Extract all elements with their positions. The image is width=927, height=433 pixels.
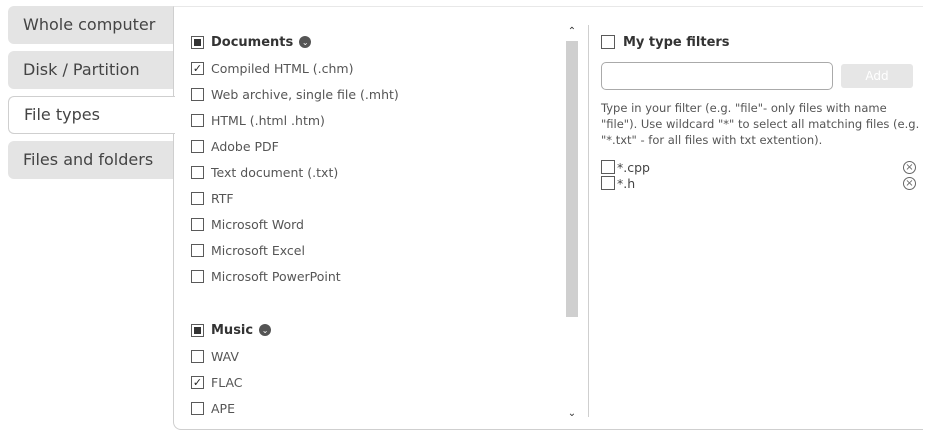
music-type-item[interactable]: ✓ FLAC: [191, 369, 551, 395]
scrollbar-thumb[interactable]: [566, 41, 578, 317]
checkbox[interactable]: [191, 349, 204, 363]
checkbox[interactable]: [601, 176, 615, 190]
document-type-item-label: Web archive, single file (.mht): [211, 86, 399, 102]
chevron-circle-icon[interactable]: ⌄: [259, 324, 272, 336]
checkbox[interactable]: [191, 217, 204, 231]
filter-hint-text: Type in your filter (e.g. "file"- only f…: [601, 101, 920, 147]
scroll-down-arrow-icon[interactable]: ⌄: [564, 407, 580, 421]
filter-input[interactable]: [601, 62, 833, 90]
document-type-item[interactable]: Text document (.txt): [191, 159, 551, 185]
music-type-item-label: APE: [211, 400, 235, 416]
chevron-circle-icon[interactable]: ⌄: [299, 36, 312, 48]
music-type-item[interactable]: APE: [191, 395, 551, 421]
music-group-title: Music: [211, 322, 254, 338]
checkbox[interactable]: [601, 160, 615, 174]
tab-disk-partition[interactable]: Disk / Partition: [8, 51, 174, 89]
my-type-filters-section: My type filters Add Type in your filter …: [601, 29, 919, 191]
tab-files-and-folders[interactable]: Files and folders: [8, 141, 174, 179]
remove-circle-icon[interactable]: ×: [903, 176, 916, 190]
column-divider: [588, 25, 589, 417]
checkbox[interactable]: [191, 243, 204, 257]
document-type-item[interactable]: HTML (.html .htm): [191, 107, 551, 133]
custom-filter-item[interactable]: *.cpp ×: [601, 159, 916, 175]
checkbox[interactable]: [191, 269, 204, 283]
custom-filter-label: *.cpp: [617, 159, 650, 175]
document-type-item-label: RTF: [211, 190, 234, 206]
file-type-list: Documents ⌄ ✓ Compiled HTML (.chm) Web arc…: [191, 29, 551, 421]
add-filter-button[interactable]: Add: [841, 64, 913, 88]
document-type-item[interactable]: ✓ Compiled HTML (.chm): [191, 55, 551, 81]
document-type-item-label: Compiled HTML (.chm): [211, 60, 354, 76]
documents-group-checkbox[interactable]: [191, 35, 204, 49]
my-type-filters-checkbox[interactable]: [601, 35, 615, 49]
checkbox[interactable]: ✓: [191, 375, 204, 389]
document-type-item[interactable]: Microsoft Word: [191, 211, 551, 237]
documents-group-title: Documents: [211, 34, 294, 50]
my-type-filters-header[interactable]: My type filters: [601, 29, 916, 55]
my-type-filters-title: My type filters: [623, 34, 730, 50]
checkbox[interactable]: [191, 139, 204, 153]
custom-filter-label: *.h: [617, 175, 636, 191]
document-type-item[interactable]: Microsoft PowerPoint: [191, 263, 551, 289]
checkbox[interactable]: [191, 401, 204, 415]
custom-filter-item[interactable]: *.h ×: [601, 175, 916, 191]
tab-file-types[interactable]: File types: [8, 96, 175, 134]
documents-group-header[interactable]: Documents ⌄: [191, 29, 551, 55]
remove-circle-icon[interactable]: ×: [903, 160, 916, 174]
music-type-item-label: WAV: [211, 348, 239, 364]
music-group-checkbox[interactable]: [191, 323, 204, 337]
document-type-item-label: Microsoft PowerPoint: [211, 268, 341, 284]
list-scrollbar[interactable]: ⌃ ⌄: [564, 25, 580, 421]
music-type-item-label: FLAC: [211, 374, 243, 390]
scroll-up-arrow-icon[interactable]: ⌃: [564, 25, 580, 39]
checkbox[interactable]: ✓: [191, 61, 204, 75]
filter-input-row: Add: [601, 62, 916, 90]
music-type-item[interactable]: WAV: [191, 343, 551, 369]
document-type-item[interactable]: Microsoft Excel: [191, 237, 551, 263]
document-type-item-label: Microsoft Excel: [211, 242, 305, 258]
checkbox[interactable]: [191, 87, 204, 101]
tab-whole-computer[interactable]: Whole computer: [8, 6, 174, 44]
custom-filter-list: *.cpp × *.h ×: [601, 159, 916, 191]
documents-items: ✓ Compiled HTML (.chm) Web archive, single…: [191, 55, 551, 289]
checkbox[interactable]: [191, 191, 204, 205]
checkbox[interactable]: [191, 165, 204, 179]
document-type-item-label: Adobe PDF: [211, 138, 279, 154]
document-type-item-label: Text document (.txt): [211, 164, 339, 180]
vertical-tab-list: Whole computer Disk / Partition File typ…: [8, 6, 175, 186]
checkbox[interactable]: [191, 113, 204, 127]
document-type-item[interactable]: Web archive, single file (.mht): [191, 81, 551, 107]
document-type-item[interactable]: RTF: [191, 185, 551, 211]
music-group-header[interactable]: Music ⌄: [191, 317, 551, 343]
document-type-item-label: Microsoft Word: [211, 216, 304, 232]
file-types-panel: Documents ⌄ ✓ Compiled HTML (.chm) Web arc…: [173, 6, 923, 430]
music-items: WAV ✓ FLAC APE: [191, 343, 551, 421]
document-type-item-label: HTML (.html .htm): [211, 112, 325, 128]
document-type-item[interactable]: Adobe PDF: [191, 133, 551, 159]
